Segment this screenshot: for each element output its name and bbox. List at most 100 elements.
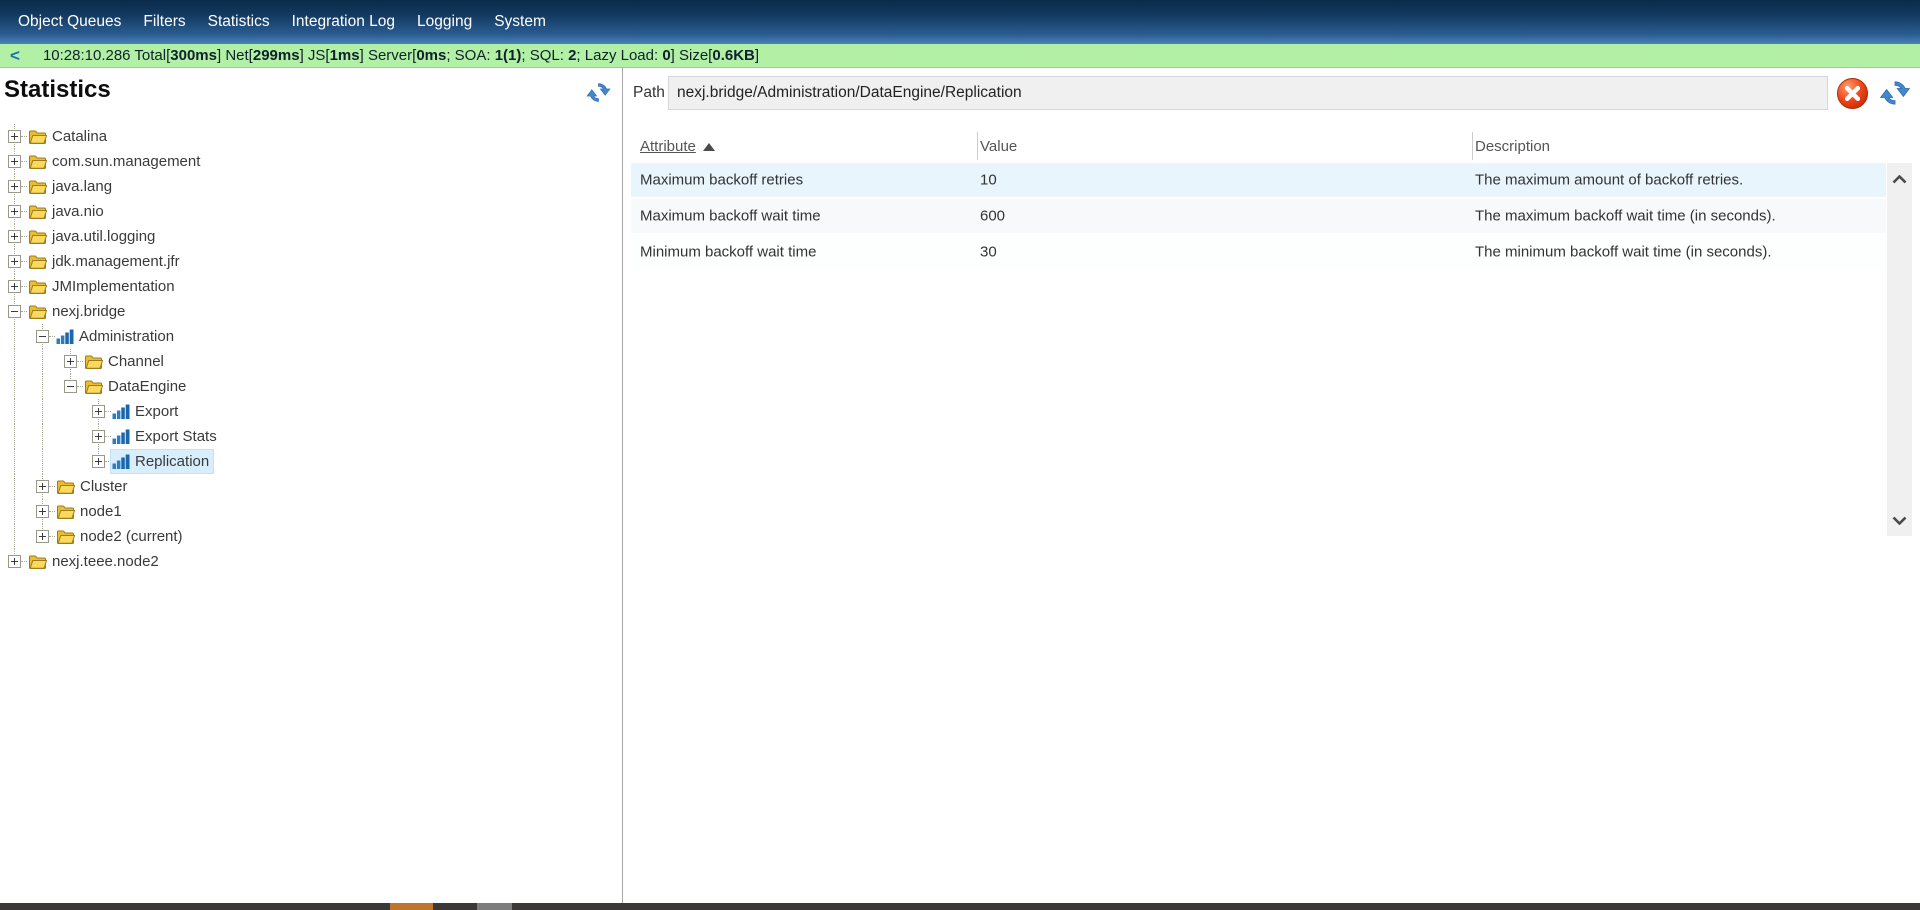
- tree-node-java-util-logging[interactable]: java.util.logging: [27, 225, 159, 248]
- column-header-attribute[interactable]: Attribute: [640, 138, 715, 155]
- menu-item-object-queues[interactable]: Object Queues: [7, 0, 132, 44]
- folder-icon: [28, 179, 47, 195]
- tree-row: com.sun.management: [0, 149, 615, 174]
- tree-node-label: DataEngine: [108, 378, 186, 395]
- bar-chart-icon: [112, 429, 130, 444]
- menu-item-statistics[interactable]: Statistics: [197, 0, 281, 44]
- tree-node-node2-current[interactable]: node2 (current): [55, 525, 187, 548]
- expand-plus-icon[interactable]: [36, 530, 49, 543]
- status-message: 10:28:10.286 Total[300ms] Net[299ms] JS[…: [43, 47, 759, 64]
- expand-plus-icon[interactable]: [8, 230, 21, 243]
- tree-node-catalina[interactable]: Catalina: [27, 125, 111, 148]
- path-input[interactable]: [668, 76, 1828, 110]
- status-text: ; SOA:: [446, 47, 494, 64]
- expand-plus-icon[interactable]: [8, 130, 21, 143]
- tree-node-jdk-management-jfr[interactable]: jdk.management.jfr: [27, 250, 184, 273]
- status-text: ; SQL:: [521, 47, 568, 64]
- tree-node-dataengine[interactable]: DataEngine: [83, 375, 190, 398]
- expand-plus-icon[interactable]: [36, 480, 49, 493]
- column-header-description[interactable]: Description: [1475, 138, 1550, 155]
- back-arrow-icon[interactable]: <: [10, 46, 20, 66]
- menu-item-integration-log[interactable]: Integration Log: [281, 0, 406, 44]
- menu-item-system[interactable]: System: [483, 0, 557, 44]
- column-separator: [977, 132, 978, 160]
- tree-guide-line: [14, 349, 15, 374]
- tree-guide-line: [14, 424, 15, 449]
- tree-node-nexj-bridge[interactable]: nexj.bridge: [27, 300, 129, 323]
- tree-guide-line: [14, 324, 15, 349]
- table-body: Maximum backoff retries10The maximum amo…: [631, 163, 1886, 271]
- expand-plus-icon[interactable]: [36, 505, 49, 518]
- vertical-scrollbar[interactable]: [1887, 163, 1912, 536]
- expand-plus-icon[interactable]: [8, 155, 21, 168]
- tree-guide-line: [42, 449, 43, 474]
- menu-item-filters[interactable]: Filters: [132, 0, 196, 44]
- tree-node-administration[interactable]: Administration: [55, 325, 178, 348]
- tree-row: Replication: [0, 449, 615, 474]
- bottom-bar-orange-segment: [390, 903, 433, 910]
- table-row[interactable]: Maximum backoff retries10The maximum amo…: [631, 163, 1886, 199]
- tree-node-export[interactable]: Export: [111, 400, 182, 423]
- tree-node-java-nio[interactable]: java.nio: [27, 200, 108, 223]
- tree-node-jmimplementation[interactable]: JMImplementation: [27, 275, 179, 298]
- expand-plus-icon[interactable]: [8, 205, 21, 218]
- tree-guide-line: [42, 399, 43, 424]
- folder-icon: [28, 229, 47, 245]
- tree-guide-line: [14, 524, 15, 549]
- column-header-label: Description: [1475, 138, 1550, 155]
- tree-node-label: Catalina: [52, 128, 107, 145]
- expand-plus-icon[interactable]: [8, 180, 21, 193]
- tree-node-nexj-teee-node2[interactable]: nexj.teee.node2: [27, 550, 163, 573]
- menu-item-logging[interactable]: Logging: [406, 0, 483, 44]
- collapse-minus-icon[interactable]: [64, 380, 77, 393]
- table-row[interactable]: Minimum backoff wait time30The minimum b…: [631, 235, 1886, 271]
- folder-icon: [84, 354, 103, 370]
- tree-node-com-sun-management[interactable]: com.sun.management: [27, 150, 204, 173]
- expand-plus-icon[interactable]: [8, 555, 21, 568]
- expand-plus-icon[interactable]: [92, 405, 105, 418]
- tree-node-label: Administration: [79, 328, 174, 345]
- refresh-icon[interactable]: [585, 79, 612, 106]
- sort-ascending-icon: [703, 143, 715, 151]
- expand-plus-icon[interactable]: [8, 280, 21, 293]
- close-x-icon[interactable]: [1836, 77, 1869, 110]
- expand-plus-icon[interactable]: [8, 255, 21, 268]
- tree-node-channel[interactable]: Channel: [83, 350, 168, 373]
- tree-guide-line: [14, 449, 15, 474]
- tree-node-label: java.util.logging: [52, 228, 155, 245]
- tree-node-label: java.nio: [52, 203, 104, 220]
- tree-row: nexj.teee.node2: [0, 549, 615, 574]
- refresh-icon[interactable]: [1878, 76, 1912, 110]
- expand-plus-icon[interactable]: [92, 430, 105, 443]
- tree-row: Catalina: [0, 124, 615, 149]
- status-text: ] Size[: [671, 47, 713, 64]
- expand-plus-icon[interactable]: [92, 455, 105, 468]
- cell-value: 10: [980, 172, 997, 189]
- status-metric: 1(1): [495, 47, 522, 64]
- status-metric: 299ms: [253, 47, 300, 64]
- expand-plus-icon[interactable]: [64, 355, 77, 368]
- status-text: 10:28:10.286 Total[: [43, 47, 170, 64]
- table-row[interactable]: Maximum backoff wait time600The maximum …: [631, 199, 1886, 235]
- chevron-down-icon[interactable]: [1887, 508, 1912, 532]
- tree-node-node1[interactable]: node1: [55, 500, 126, 523]
- folder-icon: [28, 304, 47, 320]
- tree-node-java-lang[interactable]: java.lang: [27, 175, 116, 198]
- tree-node-replication[interactable]: Replication: [111, 450, 213, 473]
- collapse-minus-icon[interactable]: [8, 305, 21, 318]
- column-header-value[interactable]: Value: [980, 138, 1017, 155]
- collapse-minus-icon[interactable]: [36, 330, 49, 343]
- cell-value: 30: [980, 244, 997, 261]
- folder-icon: [28, 254, 47, 270]
- column-separator: [1472, 132, 1473, 160]
- chevron-up-icon[interactable]: [1887, 167, 1912, 191]
- status-metric: 0: [662, 47, 670, 64]
- bar-chart-icon: [56, 329, 74, 344]
- tree-node-label: Channel: [108, 353, 164, 370]
- tree-node-label: com.sun.management: [52, 153, 200, 170]
- tree-node-cluster[interactable]: Cluster: [55, 475, 132, 498]
- tree-row: node1: [0, 499, 615, 524]
- status-text: ] Net[: [217, 47, 253, 64]
- refresh-icon: [585, 79, 612, 106]
- tree-node-export-stats[interactable]: Export Stats: [111, 425, 221, 448]
